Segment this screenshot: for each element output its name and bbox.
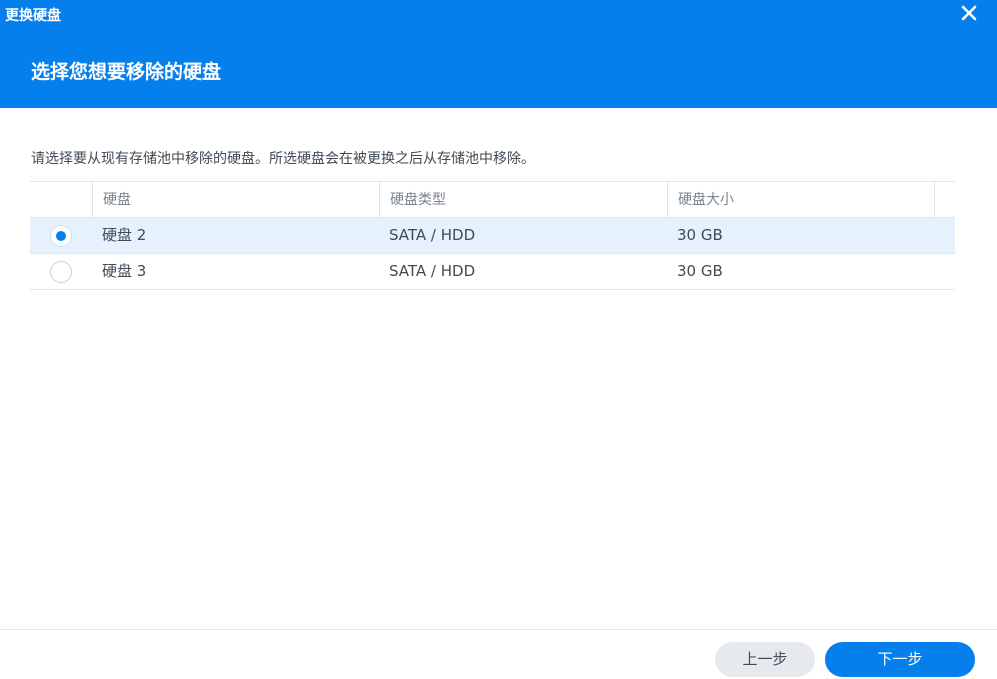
back-button[interactable]: 上一步 <box>715 642 815 677</box>
table-row[interactable]: 硬盘 3 SATA / HDD 30 GB <box>30 254 955 290</box>
disk-size-cell: 30 GB <box>677 262 723 280</box>
column-header-size[interactable]: 硬盘大小 <box>667 182 934 218</box>
column-header-select <box>30 182 92 218</box>
dialog-footer: 上一步 下一步 <box>0 629 997 679</box>
disk-type-cell: SATA / HDD <box>389 262 476 280</box>
disk-type-cell: SATA / HDD <box>389 226 476 244</box>
instruction-text: 请选择要从现有存储池中移除的硬盘。所选硬盘会在被更换之后从存储池中移除。 <box>31 151 535 167</box>
next-button[interactable]: 下一步 <box>825 642 975 677</box>
column-header-disk[interactable]: 硬盘 <box>92 182 379 218</box>
dialog-header: 更换硬盘 选择您想要移除的硬盘 <box>0 0 997 108</box>
radio-checked-icon[interactable] <box>50 225 72 247</box>
table-header: 硬盘 硬盘类型 硬盘大小 <box>30 181 955 218</box>
disk-size-cell: 30 GB <box>677 226 723 244</box>
disk-name-cell: 硬盘 3 <box>102 262 147 280</box>
disk-table: 硬盘 硬盘类型 硬盘大小 硬盘 2 SATA / HDD 30 GB 硬盘 3 … <box>30 181 955 290</box>
disk-name-cell: 硬盘 2 <box>102 226 147 244</box>
radio-unchecked-icon[interactable] <box>50 261 72 283</box>
close-icon[interactable] <box>960 4 978 22</box>
window-title: 更换硬盘 <box>5 8 61 24</box>
column-header-filler <box>934 182 955 218</box>
step-title: 选择您想要移除的硬盘 <box>31 61 222 83</box>
table-row[interactable]: 硬盘 2 SATA / HDD 30 GB <box>30 218 955 254</box>
column-header-type[interactable]: 硬盘类型 <box>379 182 667 218</box>
